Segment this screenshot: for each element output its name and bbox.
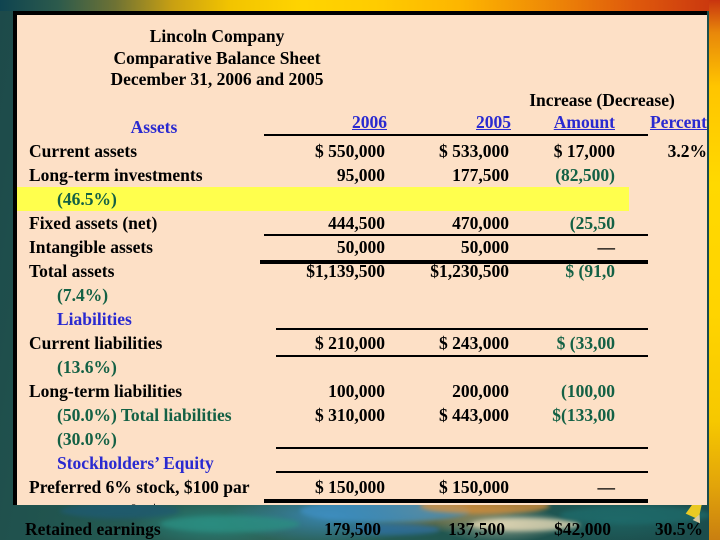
title-line-dates: December 31, 2006 and 2005 [110, 69, 324, 89]
row-value-2006: $1,139,500 [306, 261, 385, 281]
row-value-percent: 3.2% [667, 141, 707, 161]
balance-sheet-panel: Lincoln Company Comparative Balance Shee… [13, 11, 707, 505]
rule-above-equity [276, 447, 648, 449]
title-line-company: Lincoln Company [149, 26, 285, 46]
table-row: (46.5%) [17, 189, 707, 212]
table-row: Intangible assets 50,000 50,000 — [17, 237, 707, 260]
row-label: (50.0%) Total liabilities [57, 405, 232, 426]
increase-decrease-header: Increase (Decrease) [529, 90, 675, 110]
table-row: Fixed assets (net) 444,500 470,000 (25,5… [17, 213, 707, 236]
section-heading-assets: Assets [130, 117, 178, 137]
row-value-2005: $ 443,000 [439, 405, 509, 425]
table-row: Current assets $ 550,000 $ 533,000 $ 17,… [17, 141, 707, 164]
section-heading-equity: Stockholders’ Equity [57, 453, 214, 473]
slide-canvas: Lincoln Company Comparative Balance Shee… [0, 0, 720, 540]
row-value-amount: $ (91,0 [565, 261, 615, 281]
row-label: Common stock, $10 par [29, 501, 207, 505]
row-label: Current assets [29, 141, 138, 161]
row-label: Current liabilities [29, 333, 163, 353]
table-row: Long-term investments 95,000 177,500 (82… [17, 165, 707, 188]
row-value-2006: $ 210,000 [315, 333, 385, 353]
row-label: (7.4%) [57, 285, 109, 305]
row-value-2005: 50,000 [460, 237, 509, 257]
row-value-2005: 500,000 [397, 501, 509, 505]
row-value-amount: — [597, 237, 616, 257]
table-row: Retained earnings 179,500 137,500 $42,00… [13, 519, 707, 540]
section-heading-liabilities: Liabilities [57, 309, 132, 329]
row-value-2006: $ 550,000 [315, 141, 385, 161]
row-value-2006: $ 150,000 [315, 477, 385, 497]
row-value-2005: $ 150,000 [439, 477, 509, 497]
table-row: Current liabilities $ 210,000 $ 243,000 … [17, 333, 707, 356]
table-row: Long-term liabilities 100,000 200,000 (1… [17, 381, 707, 404]
row-label: Intangible assets [29, 237, 153, 257]
row-value-2005: $ 243,000 [439, 333, 509, 353]
title-line-statement: Comparative Balance Sheet [113, 47, 321, 68]
row-value-percent: 30.5% [654, 519, 703, 539]
row-label: Long-term liabilities [29, 381, 183, 401]
row-value-2005: $ 533,000 [439, 141, 509, 161]
row-label-percent: (50.0%) Total liabilities [57, 405, 232, 425]
row-label: Fixed assets (net) [29, 213, 158, 233]
table-row: Common stock, $10 par 500,000 500,000 — [17, 501, 707, 505]
row-label: (46.5%) [57, 189, 117, 209]
row-value-2006: 179,500 [324, 519, 381, 539]
right-gradient-band [709, 0, 720, 540]
table-row: (50.0%) Total liabilities $ 310,000 $ 44… [17, 405, 707, 428]
row-value-amount: $42,000 [554, 519, 611, 539]
table-row: Total assets $1,139,500 $1,230,500 $ (91… [17, 261, 707, 284]
slide-title: Lincoln Company Comparative Balance Shee… [17, 26, 417, 91]
row-label: Retained earnings [25, 519, 161, 539]
row-value-amount: — [597, 477, 616, 497]
row-label: Total assets [29, 261, 115, 281]
row-value-2005: 177,500 [452, 165, 509, 185]
row-value-2006: 95,000 [336, 165, 385, 185]
row-label: (13.6%) [57, 357, 117, 377]
row-value-2005: 137,500 [448, 519, 505, 539]
row-value-amount: (100,00 [561, 381, 615, 401]
table-row: (13.6%) [17, 357, 707, 380]
table-row: Preferred 6% stock, $100 par $ 150,000 $… [17, 477, 707, 500]
row-label: Long-term investments [29, 165, 203, 185]
row-value-amount: (82,500) [555, 165, 615, 185]
row-value-amount: $ 17,000 [553, 141, 615, 161]
row-value-amount: (25,50 [569, 213, 615, 233]
row-label: (30.0%) [57, 429, 117, 449]
rule-subtotal-fixed-assets [264, 234, 648, 236]
row-value-2006: 100,000 [328, 381, 385, 401]
rule-under-equity-heading [276, 471, 648, 473]
row-value-amount: — [497, 501, 616, 505]
row-value-amount: $ (33,00 [556, 333, 615, 353]
row-value-amount: $(133,00 [552, 405, 615, 425]
row-value-2006: $ 310,000 [315, 405, 385, 425]
row-value-2006: 500,000 [267, 501, 385, 505]
row-value-2005: 200,000 [452, 381, 509, 401]
background-streak [60, 504, 180, 518]
row-value-2006: 50,000 [336, 237, 385, 257]
table-row: (7.4%) [17, 285, 707, 308]
row-value-2005: 470,000 [452, 213, 509, 233]
row-value-2006: 444,500 [328, 213, 385, 233]
row-value-2005: $1,230,500 [430, 261, 509, 281]
top-gradient-band [0, 0, 720, 11]
rule-above-current-liabilities [276, 328, 648, 330]
row-label: Preferred 6% stock, $100 par [29, 477, 250, 497]
